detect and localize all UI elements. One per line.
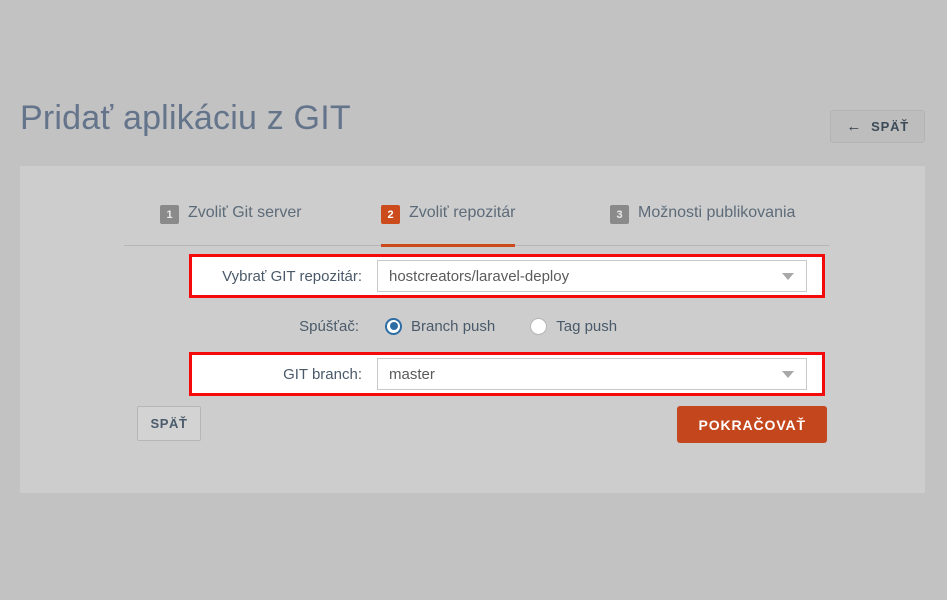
- branch-label: GIT branch:: [283, 365, 362, 383]
- tab-label-1: Zvoliť Git server: [188, 204, 302, 221]
- page-header: Pridať aplikáciu z GIT ← SPÄŤ: [0, 96, 947, 160]
- arrow-left-icon: ←: [846, 118, 863, 135]
- tab-badge-2: 2: [381, 205, 400, 224]
- tab-badge-3: 3: [610, 205, 629, 224]
- trigger-radio-group: Branch push Tag push: [374, 317, 618, 335]
- back-button[interactable]: SPÄŤ: [137, 406, 201, 441]
- chevron-down-icon: [782, 371, 794, 378]
- radio-option-branch-push[interactable]: Branch push: [385, 317, 496, 335]
- repository-select-value: hostcreators/laravel-deploy: [389, 267, 570, 285]
- chevron-down-icon: [782, 273, 794, 280]
- radio-branch-push-icon[interactable]: [385, 317, 402, 335]
- radio-label-tag-push: Tag push: [556, 317, 618, 335]
- wizard-tabs: 1 Zvoliť Git server 2 Zvoliť repozitár 3…: [124, 196, 829, 247]
- tab-badge-1: 1: [160, 205, 179, 224]
- header-back-button[interactable]: ← SPÄŤ: [830, 110, 925, 143]
- branch-row-highlight: GIT branch: master: [189, 352, 825, 396]
- tab-label-3: Možnosti publikovania: [638, 204, 796, 221]
- radio-label-branch-push: Branch push: [411, 317, 496, 335]
- repository-label: Vybrať GIT repozitár:: [222, 267, 362, 285]
- page-title: Pridať aplikáciu z GIT: [20, 99, 351, 137]
- branch-select-value: master: [389, 365, 435, 383]
- trigger-label: Spúšťač:: [299, 317, 359, 335]
- header-back-button-label: SPÄŤ: [871, 119, 909, 134]
- radio-tag-push-icon[interactable]: [530, 317, 548, 335]
- wizard-panel: 1 Zvoliť Git server 2 Zvoliť repozitár 3…: [20, 166, 925, 493]
- tab-underline-2: [381, 244, 516, 247]
- continue-button[interactable]: POKRAČOVAŤ: [677, 406, 827, 443]
- radio-dot: [389, 322, 398, 330]
- repository-select[interactable]: hostcreators/laravel-deploy: [377, 260, 807, 292]
- wizard-footer: SPÄŤ POKRAČOVAŤ: [20, 406, 925, 456]
- branch-select[interactable]: master: [377, 358, 807, 390]
- repository-row-highlight: Vybrať GIT repozitár: hostcreators/larav…: [189, 254, 825, 298]
- radio-option-tag-push[interactable]: Tag push: [530, 317, 618, 335]
- tab-publishing-options[interactable]: 3 Možnosti publikovania: [610, 196, 795, 246]
- tab-label-2: Zvoliť repozitár: [409, 204, 516, 221]
- app-page: Pridať aplikáciu z GIT ← SPÄŤ 1 Zvoliť G…: [0, 0, 947, 600]
- trigger-row: Spúšťač: Branch push Tag push: [189, 304, 825, 348]
- tab-choose-repository[interactable]: 2 Zvoliť repozitár: [381, 196, 516, 247]
- tab-choose-git-server[interactable]: 1 Zvoliť Git server: [160, 196, 302, 246]
